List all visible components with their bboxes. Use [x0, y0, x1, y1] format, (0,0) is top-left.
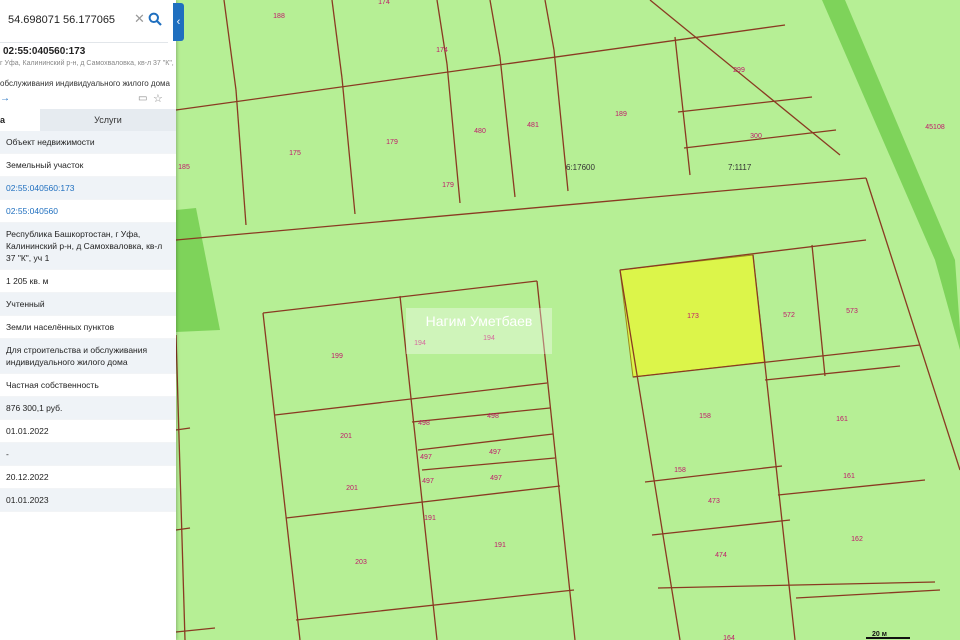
plot-label: 573: [846, 308, 858, 315]
plot-label: 481: [527, 122, 539, 129]
row-status: Учтенный: [0, 293, 176, 316]
plot-label: 161: [836, 416, 848, 423]
collapse-panel-button[interactable]: ‹: [173, 3, 184, 41]
plot-label: 162: [851, 536, 863, 543]
tab-services[interactable]: Услуги: [40, 109, 176, 131]
plot-label: 203: [355, 559, 367, 566]
plot-label: 188: [273, 13, 285, 20]
property-list: Объект недвижимости Земельный участок 02…: [0, 131, 176, 512]
row-quarter-link[interactable]: 02:55:040560: [0, 200, 176, 223]
plot-label: 474: [715, 552, 727, 559]
row-permitted-use: Для строительства и обслуживания индивид…: [0, 339, 176, 374]
plot-label: 201: [346, 485, 358, 492]
plot-label: 497: [420, 454, 432, 461]
tab-info[interactable]: а: [0, 109, 40, 131]
scale-bar: [866, 637, 910, 639]
tab-bar: а Услуги: [0, 109, 176, 131]
row-land-type: Земельный участок: [0, 154, 176, 177]
row-area: 1 205 кв. м: [0, 270, 176, 293]
close-icon[interactable]: ✕: [134, 11, 145, 27]
plot-label: 174: [378, 0, 390, 6]
parcel-use: обслуживания индивидуального жилого дома: [0, 79, 170, 88]
plot-label: 201: [340, 433, 352, 440]
plot-label: 497: [422, 478, 434, 485]
plot-label: 189: [615, 111, 627, 118]
document-search-icon[interactable]: ▭: [138, 93, 147, 104]
search-icon[interactable]: [148, 12, 162, 26]
row-address: Республика Башкортостан, г Уфа, Калининс…: [0, 223, 176, 270]
plot-label: 498: [418, 420, 430, 427]
domclick-watermark: ДОМКЛИК: [2, 572, 140, 602]
row-empty-value: -: [0, 443, 176, 466]
row-ownership: Частная собственность: [0, 374, 176, 397]
quarter-label: 7:1117: [728, 163, 752, 172]
plot-label: 179: [442, 182, 454, 189]
info-panel: 54.698071 56.177065 ✕ 02:55:040560:173 г…: [0, 0, 176, 640]
search-input[interactable]: 54.698071 56.177065: [8, 14, 115, 26]
plot-label: 185: [178, 164, 190, 171]
row-category: Земли населённых пунктов: [0, 316, 176, 339]
row-object-type: Объект недвижимости: [0, 131, 176, 154]
plot-label: 299: [733, 67, 745, 74]
row-cadastral-number-link[interactable]: 02:55:040560:173: [0, 177, 176, 200]
plot-label: 199: [331, 353, 343, 360]
plot-label: 173: [687, 313, 699, 320]
star-icon[interactable]: ☆: [153, 92, 163, 105]
plot-label: 300: [750, 133, 762, 140]
plot-label: 480: [474, 128, 486, 135]
row-value-date: 01.01.2022: [0, 420, 176, 443]
plot-label: 158: [674, 467, 686, 474]
row-date-entered: 20.12.2022: [0, 466, 176, 489]
plot-label: 473: [708, 498, 720, 505]
plot-label: 497: [490, 475, 502, 482]
plot-label: 179: [386, 139, 398, 146]
cadastral-number: 02:55:040560:173: [3, 46, 86, 57]
plot-label: 161: [843, 473, 855, 480]
plot-label: 174: [436, 47, 448, 54]
plot-label: 191: [494, 542, 506, 549]
plot-label: 572: [783, 312, 795, 319]
search-bar: 54.698071 56.177065 ✕: [0, 0, 168, 43]
parcel-address: г Уфа, Калининский р-н, д Самохваловка, …: [0, 60, 174, 67]
plot-label: 497: [489, 449, 501, 456]
row-cadastral-value: 876 300,1 руб.: [0, 397, 176, 420]
quarter-label: 6:17600: [566, 163, 595, 172]
plot-label: 164: [723, 635, 735, 640]
owner-label: Нагим Уметбаев: [426, 313, 533, 329]
plot-label: 45108: [925, 124, 945, 131]
row-date-applied: 01.01.2023: [0, 489, 176, 512]
plot-label: 498: [487, 413, 499, 420]
arrow-right-icon[interactable]: →: [0, 93, 10, 104]
plot-label: 158: [699, 413, 711, 420]
plot-label: 175: [289, 150, 301, 157]
plot-label: 191: [424, 515, 436, 522]
